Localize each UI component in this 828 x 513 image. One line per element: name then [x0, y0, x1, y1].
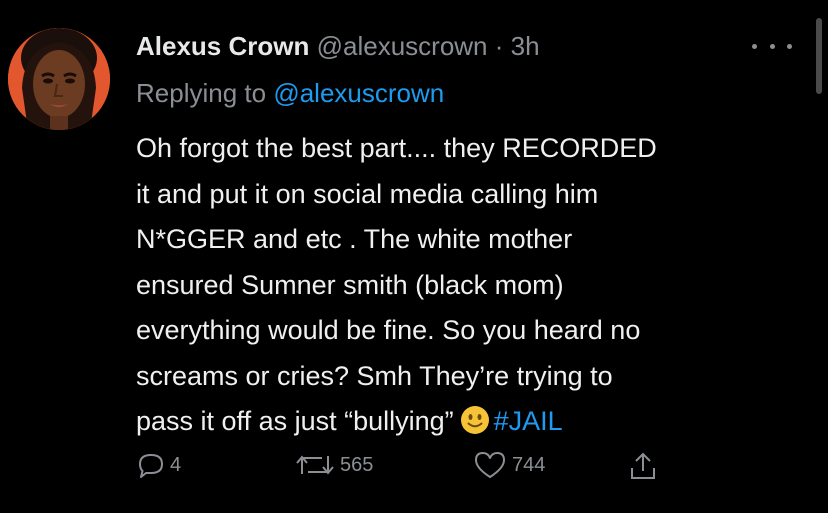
author-handle[interactable]: @alexuscrown [317, 31, 488, 61]
like-button[interactable]: 744 [472, 450, 545, 480]
replying-to-label: Replying to [136, 78, 267, 108]
tweet-text-line: N*GGER and etc . The white mother [136, 224, 573, 254]
tweet-text-line: it and put it on social media calling hi… [136, 178, 599, 209]
reply-button[interactable]: 4 [136, 450, 181, 480]
tweet[interactable]: Alexus Crown @alexuscrown · 3h Replying … [0, 0, 828, 513]
hashtag-link[interactable]: #JAIL [494, 406, 563, 436]
tweet-header: Alexus Crown @alexuscrown · 3h [136, 30, 540, 62]
share-upload-icon [631, 452, 655, 479]
author-name[interactable]: Alexus Crown [136, 31, 309, 61]
avatar[interactable] [8, 28, 110, 130]
scrollbar[interactable] [816, 18, 822, 94]
more-options-button[interactable] [752, 36, 792, 56]
share-button[interactable] [628, 450, 658, 482]
replying-to: Replying to @alexuscrown [136, 77, 444, 109]
slightly-smiling-face-icon [460, 406, 489, 434]
reply-count: 4 [170, 453, 182, 476]
retweet-button[interactable]: 565 [294, 450, 373, 480]
tweet-text-line: Oh forgot the best part.... they RECORDE… [136, 133, 657, 163]
tweet-timestamp[interactable]: 3h [511, 31, 540, 61]
speech-bubble-icon [139, 454, 163, 478]
more-dots-icon [752, 43, 757, 49]
tweet-text-line: screams or cries? Smh They’re trying to [136, 360, 613, 391]
more-dots-icon [787, 43, 792, 49]
retweet-count: 565 [340, 453, 374, 476]
separator-dot: · [494, 31, 504, 61]
tweet-text-last-line: pass it off as just “bullying” #JAIL [136, 399, 806, 445]
tweet-text: Oh forgot the best part.... they RECORDE… [136, 126, 806, 445]
avatar-portrait-icon [8, 28, 110, 130]
heart-outline-icon [475, 452, 505, 478]
tweet-actions: 4 565 744 [136, 450, 696, 484]
tweet-text-line: everything would be fine. So you heard n… [136, 315, 641, 345]
reply-mention-link[interactable]: @alexuscrown [273, 78, 444, 108]
tweet-text-line: pass it off as just “bullying” [136, 406, 454, 436]
retweet-arrows-icon [296, 455, 334, 475]
like-count: 744 [512, 453, 546, 476]
more-dots-icon [769, 43, 775, 49]
tweet-text-line: ensured Sumner smith (black mom) [136, 269, 564, 300]
